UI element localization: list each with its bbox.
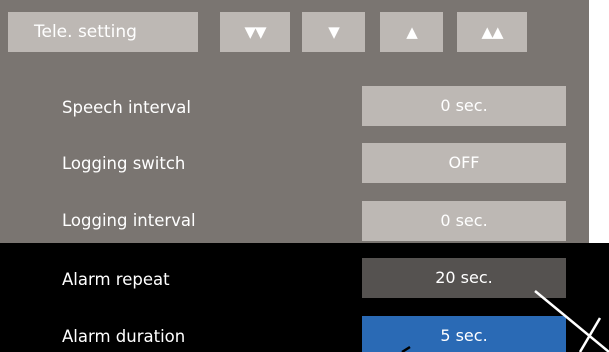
scroll-down-button[interactable]: ▼ — [302, 12, 365, 52]
telemetry-setting-screen: Tele. setting ▼▼ ▼ ▲ ▲▲ Speech interval … — [0, 0, 609, 352]
fast-scroll-down-button[interactable]: ▼▼ — [220, 12, 290, 52]
double-up-arrow-icon: ▲▲ — [481, 23, 503, 41]
alarm-duration-value[interactable]: 5 sec. — [362, 316, 566, 352]
logging-interval-value[interactable]: 0 sec. — [362, 201, 566, 241]
logging-interval-label: Logging interval — [62, 211, 196, 230]
alarm-duration-label: Alarm duration — [62, 327, 186, 346]
speech-interval-label: Speech interval — [62, 98, 191, 117]
alarm-repeat-value[interactable]: 20 sec. — [362, 258, 566, 298]
speech-interval-value[interactable]: 0 sec. — [362, 86, 566, 126]
up-arrow-icon: ▲ — [406, 23, 418, 41]
down-arrow-icon: ▼ — [328, 23, 340, 41]
logging-switch-label: Logging switch — [62, 154, 186, 173]
alarm-repeat-label: Alarm repeat — [62, 270, 170, 289]
logging-switch-value[interactable]: OFF — [362, 143, 566, 183]
double-down-arrow-icon: ▼▼ — [244, 23, 266, 41]
page-title: Tele. setting — [34, 22, 137, 42]
fast-scroll-up-button[interactable]: ▲▲ — [457, 12, 527, 52]
scroll-up-button[interactable]: ▲ — [380, 12, 443, 52]
